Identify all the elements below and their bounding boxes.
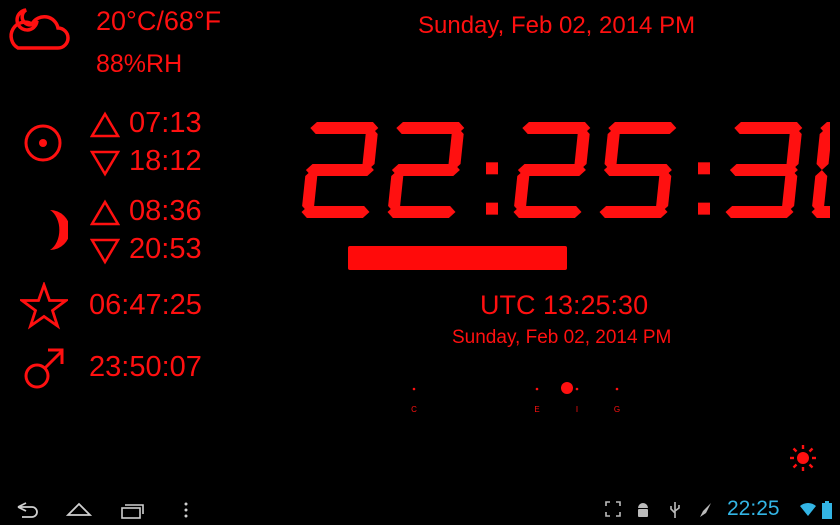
sun-icon: [24, 124, 62, 162]
star-icon: [20, 282, 68, 330]
temperature-reading: 20°C/68°F: [96, 6, 222, 36]
clock-digit-3: [599, 122, 677, 218]
fullscreen-icon[interactable]: [605, 501, 621, 517]
note-label-e: E: [534, 405, 539, 414]
brightness-icon[interactable]: [788, 443, 818, 473]
recent-apps-icon[interactable]: [120, 501, 146, 519]
rocket-icon: [700, 503, 711, 517]
clock-digit-4: [725, 122, 803, 218]
wifi-icon: [800, 502, 816, 516]
humidity-reading: 88%RH: [96, 50, 183, 78]
clock-colon-1: [698, 162, 710, 215]
home-icon[interactable]: [66, 501, 92, 519]
note-label-i: I: [576, 405, 578, 414]
menu-dots-icon[interactable]: [183, 501, 189, 519]
back-icon[interactable]: [14, 501, 40, 519]
moonrise-time: 08:36: [129, 195, 202, 227]
sunrise-time: 07:13: [129, 107, 202, 139]
battery-icon: [822, 501, 832, 519]
rise-arrow-icon: [90, 111, 120, 138]
utc-time: UTC 13:25:30: [480, 290, 649, 320]
utc-date: Sunday, Feb 02, 2014 PM: [452, 327, 672, 348]
android-debug-icon: [638, 503, 648, 517]
clock-colon-0: [486, 162, 498, 215]
clock-digit-0: [301, 122, 379, 218]
system-clock: 22:25: [727, 497, 780, 520]
set-arrow-icon: [90, 150, 120, 177]
sound-indicator: C E I G: [411, 382, 620, 414]
seconds-progress-bar: [348, 246, 567, 270]
clock-digit-5: [811, 122, 830, 218]
clock-digit-1: [387, 122, 465, 218]
moonrise-arrow-icon: [90, 199, 120, 226]
moonset-time: 20:53: [129, 233, 202, 265]
clock-digit-2: [513, 122, 591, 218]
moon-icon: [50, 210, 68, 250]
main-clock: [301, 122, 830, 218]
moonset-arrow-icon: [90, 238, 120, 265]
note-label-g: G: [614, 405, 620, 414]
usb-icon: [670, 502, 680, 518]
local-date: Sunday, Feb 02, 2014 PM: [418, 12, 696, 39]
sidereal-time: 06:47:25: [89, 289, 202, 321]
note-label-c: C: [411, 405, 417, 414]
sunset-time: 18:12: [129, 145, 202, 177]
mars-icon: [24, 348, 64, 389]
mars-time: 23:50:07: [89, 351, 202, 383]
cloud-night-icon: [9, 8, 70, 50]
